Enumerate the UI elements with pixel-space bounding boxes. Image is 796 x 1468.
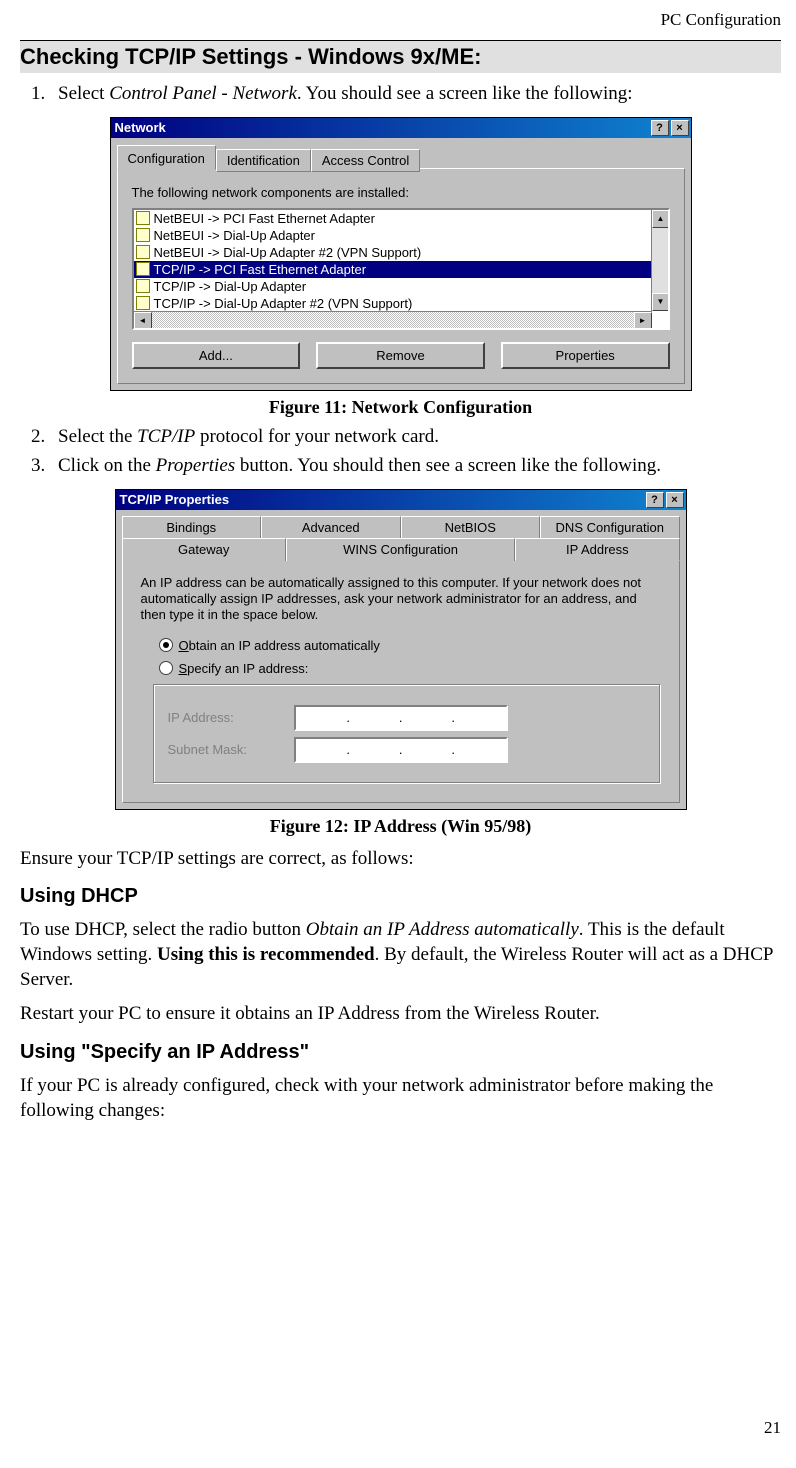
- specify-paragraph: If your PC is already configured, check …: [20, 1074, 781, 1123]
- dhcp-paragraph-2: Restart your PC to ensure it obtains an …: [20, 1002, 781, 1027]
- ip-address-field[interactable]: [294, 705, 508, 731]
- tab-advanced[interactable]: Advanced: [261, 516, 401, 538]
- tab-wins-configuration[interactable]: WINS Configuration: [286, 538, 515, 561]
- tab-dns-configuration[interactable]: DNS Configuration: [540, 516, 680, 538]
- list-item[interactable]: TCP/IP -> Dial-Up Adapter: [134, 278, 668, 295]
- list-item[interactable]: NetBEUI -> PCI Fast Ethernet Adapter: [134, 210, 668, 227]
- ensure-paragraph: Ensure your TCP/IP settings are correct,…: [20, 847, 781, 872]
- tab-gateway[interactable]: Gateway: [122, 538, 286, 561]
- scroll-right-icon[interactable]: ►: [634, 312, 652, 330]
- subnet-mask-label: Subnet Mask:: [168, 742, 278, 757]
- scroll-track[interactable]: [152, 312, 634, 328]
- help-button[interactable]: ?: [651, 120, 669, 136]
- tcpip-title: TCP/IP Properties: [120, 492, 644, 507]
- step-1: Select Control Panel - Network. You shou…: [50, 81, 781, 107]
- help-button[interactable]: ?: [646, 492, 664, 508]
- tab-configuration[interactable]: Configuration: [117, 145, 216, 170]
- list-item[interactable]: NetBEUI -> Dial-Up Adapter: [134, 227, 668, 244]
- tab-ip-address[interactable]: IP Address: [515, 538, 679, 561]
- tab-identification[interactable]: Identification: [216, 149, 311, 172]
- ip-address-label: IP Address:: [168, 710, 278, 725]
- step-3: Click on the Properties button. You shou…: [50, 453, 781, 479]
- list-item-selected[interactable]: TCP/IP -> PCI Fast Ethernet Adapter: [134, 261, 668, 278]
- ip-groupbox: IP Address: Subnet Mask:: [153, 684, 661, 784]
- protocol-icon: [136, 279, 150, 293]
- network-title: Network: [115, 120, 649, 135]
- ip-description: An IP address can be automatically assig…: [141, 575, 661, 624]
- components-listbox[interactable]: NetBEUI -> PCI Fast Ethernet Adapter Net…: [132, 208, 670, 330]
- tab-access-control[interactable]: Access Control: [311, 149, 420, 172]
- protocol-icon: [136, 262, 150, 276]
- list-item[interactable]: NetBEUI -> Dial-Up Adapter #2 (VPN Suppo…: [134, 244, 668, 261]
- subnet-mask-field[interactable]: [294, 737, 508, 763]
- close-button[interactable]: ×: [666, 492, 684, 508]
- tcpip-dialog: TCP/IP Properties ? × Bindings Advanced …: [115, 489, 687, 810]
- heading-specify: Using "Specify an IP Address": [20, 1041, 781, 1064]
- tab-bindings[interactable]: Bindings: [122, 516, 262, 538]
- figure-11-caption: Figure 11: Network Configuration: [20, 397, 781, 418]
- network-titlebar: Network ? ×: [111, 118, 691, 138]
- radio-specify[interactable]: Specify an IP address:: [159, 661, 661, 676]
- header-section: PC Configuration: [20, 10, 781, 30]
- heading-dhcp: Using DHCP: [20, 885, 781, 908]
- add-button[interactable]: Add...: [132, 342, 301, 369]
- network-tabrow: Configuration Identification Access Cont…: [117, 144, 685, 169]
- scroll-left-icon[interactable]: ◄: [134, 312, 152, 330]
- dhcp-paragraph-1: To use DHCP, select the radio button Obt…: [20, 918, 781, 992]
- close-button[interactable]: ×: [671, 120, 689, 136]
- protocol-icon: [136, 228, 150, 242]
- figure-12-caption: Figure 12: IP Address (Win 95/98): [20, 816, 781, 837]
- list-item[interactable]: TCP/IP -> Dial-Up Adapter #2 (VPN Suppor…: [134, 295, 668, 312]
- tcpip-titlebar: TCP/IP Properties ? ×: [116, 490, 686, 510]
- scroll-up-icon[interactable]: ▲: [652, 210, 670, 228]
- network-dialog: Network ? × Configuration Identification…: [110, 117, 692, 391]
- page-heading: Checking TCP/IP Settings - Windows 9x/ME…: [20, 40, 781, 73]
- radio-icon: [159, 661, 173, 675]
- radio-icon: [159, 638, 173, 652]
- tcpip-tabrow-bottom: Gateway WINS Configuration IP Address: [122, 538, 680, 561]
- components-label: The following network components are ins…: [132, 185, 670, 200]
- radio-obtain-auto[interactable]: Obtain an IP address automatically: [159, 638, 661, 653]
- vertical-scrollbar[interactable]: ▲ ▼: [651, 210, 668, 311]
- horizontal-scrollbar[interactable]: ◄ ►: [134, 311, 652, 328]
- page-number: 21: [764, 1418, 781, 1438]
- step-2: Select the TCP/IP protocol for your netw…: [50, 424, 781, 450]
- remove-button[interactable]: Remove: [316, 342, 485, 369]
- protocol-icon: [136, 296, 150, 310]
- tab-netbios[interactable]: NetBIOS: [401, 516, 541, 538]
- properties-button[interactable]: Properties: [501, 342, 670, 369]
- scroll-down-icon[interactable]: ▼: [652, 293, 670, 311]
- protocol-icon: [136, 245, 150, 259]
- protocol-icon: [136, 211, 150, 225]
- scroll-track[interactable]: [652, 228, 668, 293]
- tcpip-tabrow-top: Bindings Advanced NetBIOS DNS Configurat…: [122, 516, 680, 538]
